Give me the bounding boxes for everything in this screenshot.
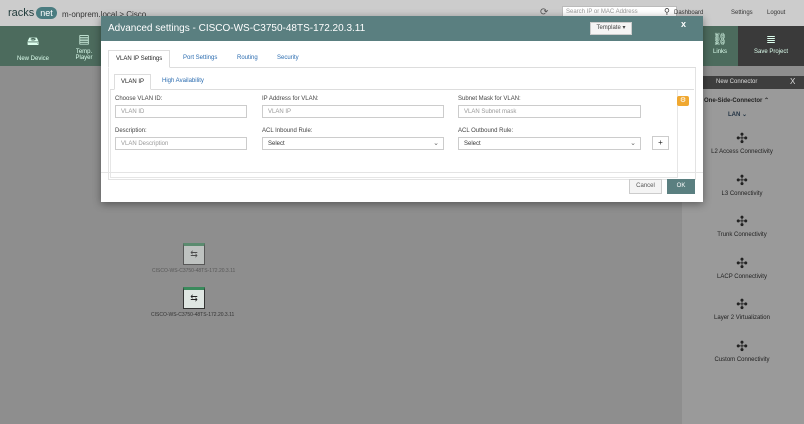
tab-port-settings[interactable]: Port Settings [176,50,224,68]
vlan-id-input[interactable]: VLAN ID [115,105,247,118]
caret-down-icon: ▾ [622,25,626,31]
chevron-down-icon: ⌄ [742,112,748,118]
connector-type[interactable]: One-Side-Connector ⌃ [704,97,769,104]
server-icon: ≣ [765,32,777,46]
new-device-label: New Device [16,56,49,62]
template-icon: ▤ [78,32,90,46]
chevron-down-icon: ⌄ [433,140,439,147]
network-icon: ✣ [736,255,748,271]
ok-button[interactable]: OK [667,179,695,194]
connector-item-label: L3 Connectivity [721,191,763,197]
tab-vlan-ip-settings[interactable]: VLAN IP Settings [108,50,171,68]
vlan-ip-label: IP Address for VLAN: [262,96,319,102]
vlan-id-label: Choose VLAN ID: [115,96,163,102]
vlan-form [110,90,678,178]
switch-icon[interactable]: ⇆ [183,287,205,309]
subtab-high-availability[interactable]: High Availability [156,74,210,90]
switch-icon[interactable]: ⇆ [183,243,205,265]
subtab-vlan-ip[interactable]: VLAN IP [114,74,152,90]
settings-tabs: VLAN IP Settings Port Settings Routing S… [108,50,696,68]
logo-badge: net [36,7,57,19]
new-device-button[interactable]: 🖴 New Device [0,26,66,66]
logo[interactable]: racks net [8,7,57,19]
network-icon: ✣ [736,213,748,229]
modal-title: Advanced settings - CISCO-WS-C3750-48TS-… [108,23,366,34]
cancel-button[interactable]: Cancel [629,179,662,194]
lan-selector[interactable]: LAN ⌄ [728,111,747,118]
device-icon: 🖴 [26,34,40,48]
connector-item[interactable]: ✣ Trunk Connectivity [682,213,802,238]
connector-item-label: LACP Connectivity [717,274,767,280]
acl-inbound-value: Select [268,141,285,147]
subnet-mask-input[interactable]: VLAN Subnet mask [458,105,641,118]
modal-footer-divider [101,172,703,173]
template-dropdown[interactable]: Template ▾ [590,22,632,35]
advanced-settings-modal: Advanced settings - CISCO-WS-C3750-48TS-… [101,16,703,202]
device-label: CISCO-WS-C3750-48TS-172.20.3.11 [151,312,235,318]
connector-item-label: L2 Access Connectivity [711,149,773,155]
template-player-button[interactable]: ▤ Temp. Player [67,26,101,66]
tab-routing[interactable]: Routing [230,50,265,68]
links-icon: ⛓ [712,32,728,46]
save-project-label: Save Project [753,49,789,55]
connector-item[interactable]: ✣ Layer 2 Virtualization [682,296,802,321]
connector-type-label: One-Side-Connector [704,98,763,104]
links-button[interactable]: ⛓ Links [703,26,737,66]
close-icon[interactable]: x [681,19,686,29]
search-icon[interactable]: ⚲ [664,7,670,16]
connector-item[interactable]: ✣ LACP Connectivity [682,255,802,280]
add-rule-button[interactable]: + [652,136,669,150]
acl-outbound-select[interactable]: Select ⌄ [458,137,641,150]
connector-item-label: Trunk Connectivity [717,232,767,238]
acl-inbound-select[interactable]: Select ⌄ [262,137,444,150]
settings-icon[interactable]: ⚙ [677,96,689,106]
network-icon: ✣ [736,338,748,354]
template-player-label: Temp. Player [75,49,93,61]
acl-inbound-label: ACL Inbound Rule: [262,128,313,134]
links-label: Links [712,49,727,55]
description-input[interactable]: VLAN Description [115,137,247,150]
chevron-up-icon: ⌃ [764,98,770,104]
acl-outbound-value: Select [464,141,481,147]
modal-header: Advanced settings - CISCO-WS-C3750-48TS-… [101,16,703,41]
nav-settings[interactable]: Settings [731,10,753,16]
logo-text: racks [8,7,35,19]
subnet-mask-label: Subnet Mask for VLAN: [458,96,521,102]
lan-label: LAN [728,112,741,118]
tab-security[interactable]: Security [270,50,306,68]
connector-item-label: Custom Connectivity [714,357,770,363]
close-icon[interactable]: X [790,77,795,86]
description-label: Description: [115,128,147,134]
save-project-button[interactable]: ≣ Save Project [738,26,804,66]
vlan-ip-input[interactable]: VLAN IP [262,105,444,118]
network-icon: ✣ [736,296,748,312]
connector-item[interactable]: ✣ Custom Connectivity [682,338,802,363]
chevron-down-icon: ⌄ [630,140,636,147]
template-label: Template [596,25,621,31]
device-label: CISCO-WS-C3750-48TS-172.20.3.11 [152,268,236,274]
acl-outbound-label: ACL Outbound Rule: [458,128,514,134]
vlan-subtabs: VLAN IP High Availability [110,74,694,90]
connector-item-label: Layer 2 Virtualization [714,315,770,321]
nav-logout[interactable]: Logout [767,10,785,16]
